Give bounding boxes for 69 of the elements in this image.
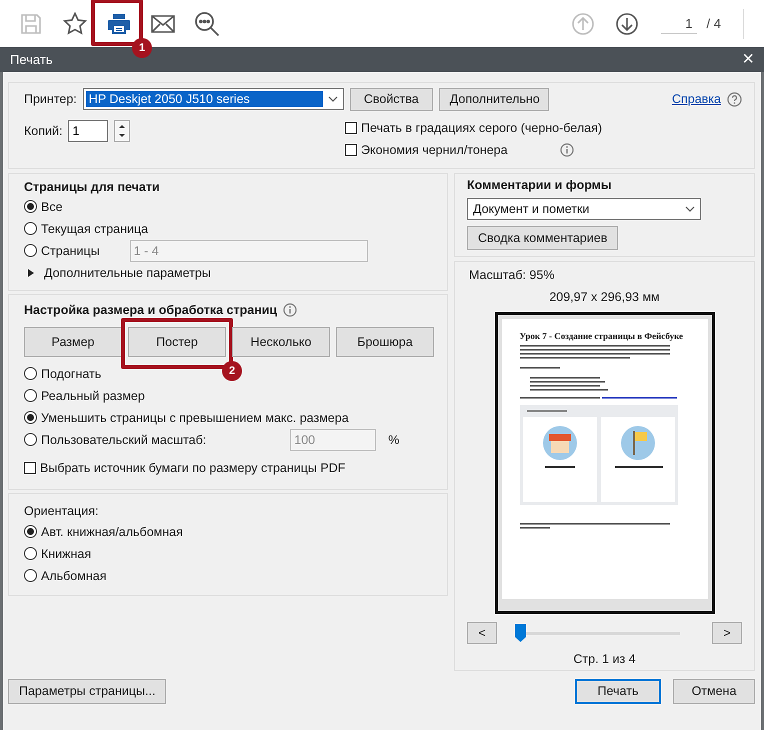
checkbox[interactable] <box>24 462 36 474</box>
radio-button[interactable] <box>24 244 37 258</box>
radio-label: Страницы <box>41 244 100 258</box>
printer-label: Принтер: <box>24 92 77 106</box>
info-icon[interactable] <box>560 142 574 157</box>
info-icon[interactable] <box>283 302 298 317</box>
help-icon[interactable] <box>727 92 742 107</box>
mail-icon[interactable] <box>151 14 175 32</box>
mode-tab[interactable]: Постер <box>128 326 226 357</box>
copies-label: Копий: <box>24 124 62 138</box>
more-options-link[interactable]: Дополнительные параметры <box>44 266 211 280</box>
radio-button[interactable] <box>24 547 37 560</box>
section-heading: Настройка размера и обработка страниц <box>24 302 278 317</box>
radio-label: Реальный размер <box>41 388 145 403</box>
mode-tab[interactable]: Брошюра <box>336 326 434 357</box>
radio-button[interactable] <box>24 200 37 214</box>
section-heading: Комментарии и формы <box>467 176 613 194</box>
radio-label: Все <box>41 200 63 214</box>
checkbox[interactable] <box>345 144 357 156</box>
checkbox-label: Печать в градациях серого (черно-белая) <box>361 120 602 135</box>
section-heading: Страницы для печати <box>24 178 161 196</box>
checkbox-label: Выбрать источник бумаги по размеру страницы PDF <box>40 460 346 475</box>
close-button[interactable]: × <box>742 48 754 71</box>
page-count: / 4 <box>706 16 721 31</box>
radio-button[interactable] <box>24 569 37 582</box>
radio-label: Текущая страница <box>41 222 148 236</box>
mode-tab[interactable]: Несколько <box>232 326 330 357</box>
star-icon[interactable] <box>63 12 87 35</box>
section-heading: Ориентация: <box>24 504 98 518</box>
radio-label: Уменьшить страницы с превышением макс. размера <box>41 410 349 425</box>
printer-icon[interactable] <box>107 12 131 34</box>
radio-label: Альбомная <box>41 568 106 583</box>
printer-option-button[interactable]: Дополнительно <box>438 88 549 111</box>
slider-thumb[interactable] <box>515 624 526 642</box>
copies-field[interactable]: 1 <box>68 120 108 142</box>
radio-button[interactable] <box>24 411 37 424</box>
radio-label: Подогнать <box>41 366 102 381</box>
search-icon[interactable] <box>194 10 220 36</box>
dialog-title: Печать <box>10 52 53 67</box>
page-setup-button[interactable]: Параметры страницы... <box>8 678 166 704</box>
radio-button[interactable] <box>24 525 37 538</box>
printer-dropdown[interactable]: HP Deskjet 2050 J510 series <box>82 88 344 110</box>
radio-button[interactable] <box>24 433 37 446</box>
arrow-down-icon[interactable] <box>616 12 638 34</box>
checkbox[interactable] <box>345 122 357 134</box>
previous-page-button[interactable]: < <box>467 622 497 644</box>
radio-button[interactable] <box>24 222 37 236</box>
page-size-label: 209,97 x 296,93 мм <box>549 290 660 304</box>
next-page-button[interactable]: > <box>712 622 742 644</box>
scale-label: Масштаб: 95% <box>469 268 554 282</box>
comments-dropdown[interactable]: Документ и пометки <box>467 198 701 220</box>
radio-button[interactable] <box>24 367 37 380</box>
unit-label: % <box>388 432 400 447</box>
help-link[interactable]: Справка <box>672 92 721 106</box>
radio-label: Авт. книжная/альбомная <box>41 524 183 539</box>
step-badge: 2 <box>222 360 242 381</box>
step-badge: 1 <box>132 38 152 58</box>
page-indicator: Стр. 1 из 4 <box>573 652 636 666</box>
document-title: Урок 7 - Создание страницы в Фейсбуке <box>520 330 684 341</box>
expand-triangle-icon[interactable] <box>28 268 34 277</box>
checkbox-label: Экономия чернил/тонера <box>361 142 508 157</box>
radio-label: Книжная <box>41 546 92 561</box>
dialog-button[interactable]: Отмена <box>673 678 755 704</box>
dialog-button[interactable]: Печать <box>575 678 661 704</box>
summarize-comments-button[interactable]: Сводка комментариев <box>467 226 618 250</box>
radio-label: Пользовательский масштаб: <box>41 432 206 447</box>
radio-button[interactable] <box>24 389 37 402</box>
mode-tab[interactable]: Размер <box>24 326 122 357</box>
printer-option-button[interactable]: Свойства <box>350 88 433 111</box>
